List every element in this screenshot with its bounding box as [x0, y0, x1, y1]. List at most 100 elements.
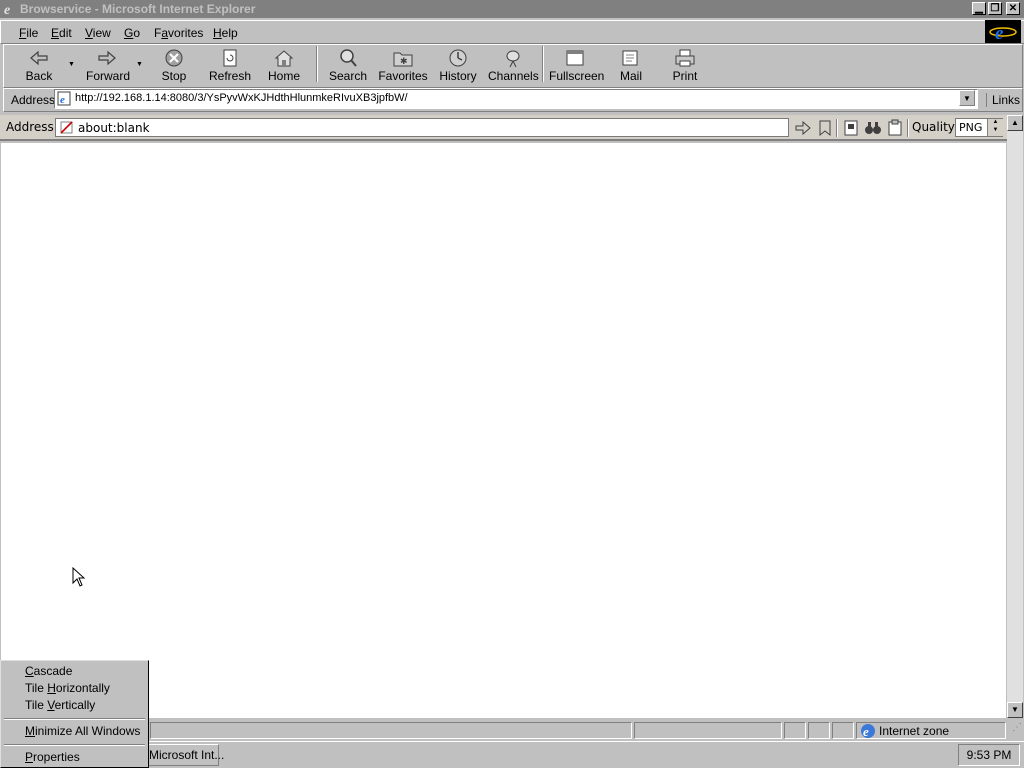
menu-help[interactable]: Help: [213, 26, 238, 40]
menu-item-tile-vertically[interactable]: Tile Vertically: [25, 698, 95, 712]
back-label: Back: [25, 69, 53, 83]
refresh-button[interactable]: Refresh: [208, 46, 252, 86]
fullscreen-button[interactable]: Fullscreen: [549, 46, 605, 86]
chevron-down-icon: ▼: [1011, 705, 1019, 714]
taskbar-window-button[interactable]: Microsoft Int...: [145, 744, 224, 766]
minimize-icon: ▁: [975, 3, 983, 14]
stop-icon: [165, 49, 183, 67]
taskbar-context-menu: Cascade Tile Horizontally Tile Verticall…: [0, 660, 149, 768]
close-icon: ✕: [1008, 3, 1018, 14]
minimize-button[interactable]: ▁: [972, 2, 986, 15]
channels-label: Channels: [488, 69, 539, 83]
quality-up-arrow[interactable]: ▲: [987, 119, 1003, 127]
fullscreen-icon: [566, 50, 584, 66]
print-button[interactable]: Print: [670, 46, 700, 86]
resize-grip[interactable]: ⋰: [1008, 722, 1022, 739]
window-title: Browservice - Microsoft Internet Explore…: [20, 2, 256, 16]
address-field[interactable]: e http://192.168.1.14:8080/3/YsPyvWxKJHd…: [54, 89, 978, 109]
status-progress-panel: [634, 722, 782, 739]
menu-edit[interactable]: Edit: [51, 26, 72, 40]
favorites-label: Favorites: [378, 69, 428, 83]
page-content-area[interactable]: [1, 143, 1006, 718]
toolbar-separator: [542, 46, 544, 82]
menu-go[interactable]: Go: [124, 26, 140, 40]
chevron-down-icon: ▼: [963, 94, 971, 103]
bs-address-url: about:blank: [78, 121, 150, 135]
history-button[interactable]: History: [437, 46, 479, 86]
bookmark-icon[interactable]: [817, 119, 833, 137]
clipboard-icon[interactable]: [886, 119, 904, 137]
menu-view[interactable]: View: [85, 26, 111, 40]
vertical-scrollbar[interactable]: ▲ ▼: [1007, 115, 1023, 718]
refresh-label: Refresh: [208, 69, 252, 83]
quality-down-arrow[interactable]: ▼: [987, 127, 1003, 136]
menu-separator: [4, 718, 145, 720]
save-page-icon[interactable]: [842, 119, 860, 137]
back-dropdown-arrow[interactable]: ▼: [68, 61, 75, 68]
home-icon: [274, 50, 294, 67]
security-warning-icon: [60, 121, 73, 134]
menu-item-tile-horizontally[interactable]: Tile Horizontally: [25, 681, 110, 695]
fullscreen-label: Fullscreen: [549, 69, 605, 83]
menu-bar: File Edit View Go Favorites Help: [0, 20, 1024, 44]
favorites-folder-icon: ✱: [393, 52, 413, 67]
forward-dropdown-arrow[interactable]: ▼: [136, 61, 143, 68]
restore-button[interactable]: ❐: [988, 2, 1002, 15]
find-binoculars-icon[interactable]: [864, 119, 882, 137]
forward-button[interactable]: Forward: [86, 46, 130, 86]
taskbar-window-label: Microsoft Int...: [149, 748, 225, 762]
address-dropdown-button[interactable]: ▼: [959, 90, 975, 106]
channels-button[interactable]: Channels: [488, 46, 539, 86]
history-label: History: [439, 69, 477, 83]
mail-button[interactable]: Mail: [616, 46, 646, 86]
history-icon: [449, 49, 467, 67]
go-arrow-icon[interactable]: [794, 119, 812, 137]
svg-text:e: e: [995, 23, 1004, 43]
menu-favorites[interactable]: Favorites: [154, 26, 203, 40]
back-arrow-icon: [30, 50, 48, 66]
close-button[interactable]: ✕: [1006, 2, 1020, 15]
address-url: http://192.168.1.14:8080/3/YsPyvWxKJHdth…: [75, 92, 408, 104]
ie-logo-icon: e: [985, 20, 1021, 44]
toolbar-separator: [316, 46, 318, 82]
mail-icon: [622, 50, 638, 66]
home-label: Home: [267, 69, 300, 83]
zone-label: Internet zone: [879, 724, 950, 738]
home-button[interactable]: Home: [266, 46, 302, 86]
svg-text:e: e: [4, 3, 10, 16]
quality-selector[interactable]: PNG ▲ ▼: [955, 118, 1003, 137]
favorites-button[interactable]: ✱ Favorites: [378, 46, 428, 86]
bs-address-label: Address: [6, 120, 54, 134]
scroll-up-button[interactable]: ▲: [1007, 115, 1023, 131]
ie-app-icon[interactable]: e: [2, 1, 17, 16]
status-panel: [808, 722, 830, 739]
menu-item-minimize-all[interactable]: Minimize All Windows: [25, 724, 140, 738]
refresh-icon: [223, 49, 237, 67]
system-clock[interactable]: 9:53 PM: [958, 744, 1020, 766]
menu-file[interactable]: File: [19, 26, 38, 40]
channels-icon: [506, 50, 520, 68]
bs-address-field[interactable]: about:blank: [55, 118, 789, 137]
quality-label: Quality: [912, 120, 955, 134]
bs-separator: [907, 119, 909, 137]
ie-throbber-logo: e: [985, 20, 1021, 44]
svg-text:e: e: [863, 724, 869, 739]
bs-separator: [836, 119, 838, 137]
forward-arrow-icon: [98, 50, 116, 66]
links-label[interactable]: Links: [986, 93, 1020, 107]
address-label: Address: [11, 93, 56, 107]
internet-zone-icon: e: [861, 724, 875, 739]
search-label: Search: [328, 69, 368, 83]
stop-label: Stop: [161, 69, 187, 83]
stop-button[interactable]: Stop: [158, 46, 190, 86]
page-icon: e: [57, 91, 71, 106]
title-bar[interactable]: e Browservice - Microsoft Internet Explo…: [0, 0, 1024, 18]
status-zone-panel: e Internet zone: [856, 722, 1006, 739]
search-button[interactable]: Search: [328, 46, 368, 86]
menu-item-cascade[interactable]: Cascade: [25, 664, 72, 678]
status-panel: [832, 722, 854, 739]
svg-text:e: e: [60, 94, 65, 106]
back-button[interactable]: Back: [22, 46, 56, 86]
menu-item-properties[interactable]: Properties: [25, 750, 80, 764]
scroll-down-button[interactable]: ▼: [1007, 702, 1023, 718]
